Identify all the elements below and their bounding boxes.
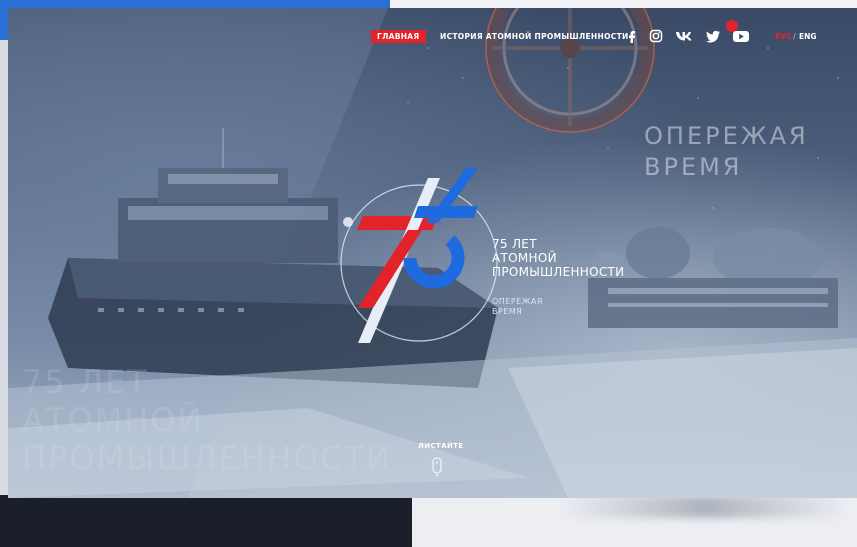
logo-title-line2: АТОМНОЙ [492, 251, 557, 265]
top-navigation: ГЛАВНАЯ ИСТОРИЯ АТОМНОЙ ПРОМЫШЛЕННОСТИ Р… [8, 20, 857, 54]
vk-icon[interactable] [675, 28, 695, 44]
drop-shadow [560, 496, 850, 518]
logo-title-line1: 75 ЛЕТ [492, 237, 537, 251]
arctic-base [588, 227, 838, 328]
nav-home-button[interactable]: ГЛАВНАЯ [371, 30, 426, 43]
logo-title-line3: ПРОМЫШЛЕННОСТИ [492, 265, 625, 279]
browser-stage: ОПЕРЕЖАЯ ВРЕМЯ 75 ЛЕТ АТОМНОЙ ПРОМЫШЛЕНН… [0, 0, 857, 547]
watermark-line3: ПРОМЫШЛЕННОСТИ [22, 439, 393, 477]
watermark-line2: АТОМНОЙ [22, 401, 204, 439]
twitter-icon[interactable] [705, 28, 721, 44]
hero-watermark-text: 75 ЛЕТ АТОМНОЙ ПРОМЫШЛЕННОСТИ [22, 363, 392, 477]
instagram-icon[interactable] [648, 28, 664, 44]
logo-subtitle-line1: ОПЕРЕЖАЯ [492, 297, 543, 306]
hero-section: ОПЕРЕЖАЯ ВРЕМЯ 75 ЛЕТ АТОМНОЙ ПРОМЫШЛЕНН… [8, 8, 857, 498]
logo-subtitle-line2: ВРЕМЯ [492, 307, 523, 316]
youtube-icon[interactable] [732, 28, 750, 44]
watermark-line1: 75 ЛЕТ [22, 363, 149, 401]
logo-title: 75 ЛЕТ АТОМНОЙ ПРОМЫШЛЕННОСТИ [492, 237, 624, 279]
facebook-icon[interactable] [624, 28, 640, 44]
lang-ru-link[interactable]: РУС [775, 30, 792, 43]
mouse-scroll-icon[interactable] [432, 457, 442, 477]
hero-slogan-line2: ВРЕМЯ [644, 153, 743, 181]
scroll-hint-label[interactable]: ЛИСТАЙТЕ [418, 442, 464, 450]
hero-slogan: ОПЕРЕЖАЯ ВРЕМЯ [644, 121, 809, 183]
lang-separator: / [793, 32, 796, 41]
logo-subtitle: ОПЕРЕЖАЯ ВРЕМЯ [492, 297, 543, 317]
space-station [485, 8, 655, 133]
lang-en-link[interactable]: ENG [799, 30, 817, 43]
underlying-page [0, 495, 412, 547]
nav-history-link[interactable]: ИСТОРИЯ АТОМНОЙ ПРОМЫШЛЕННОСТИ [440, 30, 629, 43]
hero-slogan-line1: ОПЕРЕЖАЯ [644, 122, 809, 150]
